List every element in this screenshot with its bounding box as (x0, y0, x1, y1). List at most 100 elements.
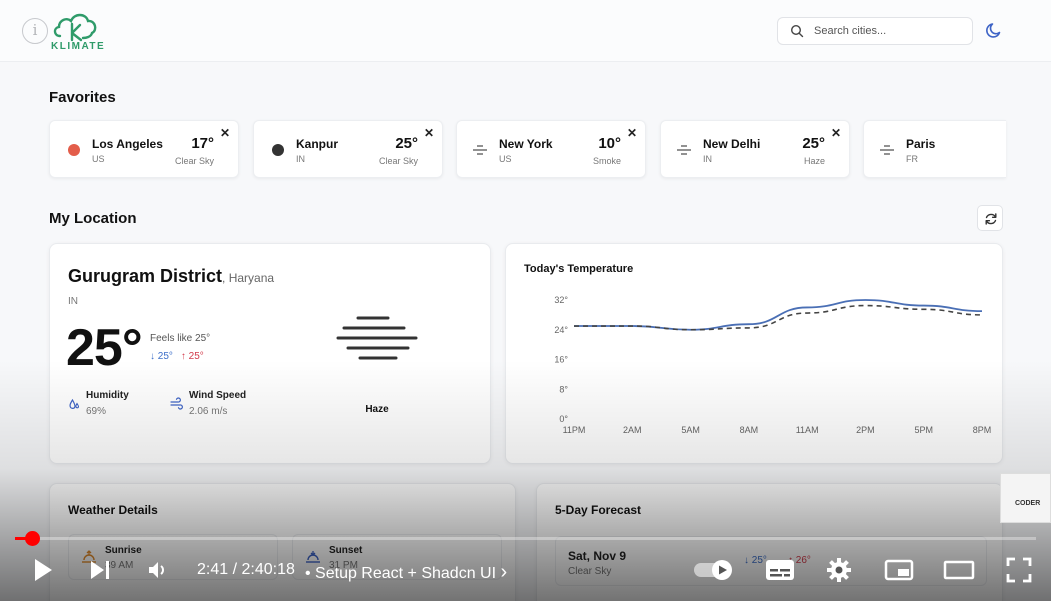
weather-details-title: Weather Details (68, 503, 158, 517)
miniplayer-icon[interactable] (884, 558, 914, 582)
favorite-card-los-angeles[interactable]: Los Angeles US 17° Clear Sky ✕ (49, 120, 239, 178)
theater-mode-icon[interactable] (943, 558, 975, 582)
x-tick-label: 5PM (914, 425, 933, 435)
clear-sky-day-icon (68, 144, 80, 156)
temperature-chart: 0° 8° 16° 24° 32° 11PM 2AM 5AM 8AM 11AM 2PM 5PM 8PM (554, 295, 992, 435)
play-icon[interactable] (31, 557, 55, 583)
forecast-title: 5-Day Forecast (555, 503, 642, 517)
remove-favorite-button[interactable]: ✕ (424, 126, 434, 140)
haze-icon (336, 316, 418, 360)
forecast-condition: Clear Sky (568, 566, 612, 577)
temperature-line (573, 299, 983, 331)
favorite-country: US (499, 154, 512, 164)
search-button[interactable]: Search cities... (777, 17, 973, 45)
remove-favorite-button[interactable]: ✕ (220, 126, 230, 140)
time-display: 2:41 / 2:40:18 (197, 561, 295, 578)
refresh-icon (985, 213, 997, 225)
favorites-title: Favorites (49, 89, 116, 106)
watermark-text: CODER (1015, 500, 1041, 507)
y-tick-label: 8° (559, 384, 568, 394)
moon-icon[interactable] (985, 21, 1003, 39)
favorite-card-paris[interactable]: Paris FR (863, 120, 1006, 178)
clear-sky-night-icon (272, 144, 284, 156)
y-tick-label: 0° (559, 414, 568, 424)
favorite-country: US (92, 154, 105, 164)
location-country: IN (68, 296, 78, 307)
sunrise-label: Sunrise (105, 545, 142, 556)
current-temperature: 25° (66, 319, 143, 377)
haze-icon (473, 145, 487, 155)
favorite-card-new-york[interactable]: New York US 10° Smoke ✕ (456, 120, 646, 178)
location-name: Gurugram District, Haryana (68, 266, 274, 287)
channel-watermark[interactable]: CODER (1000, 473, 1051, 523)
favorite-temp: 25° (802, 135, 825, 152)
settings-icon[interactable] (826, 557, 852, 583)
search-icon (790, 24, 804, 38)
wind-value: 2.06 m/s (189, 406, 228, 417)
favorite-temp: 25° (395, 135, 418, 152)
favorite-city: Kanpur (296, 137, 338, 151)
forecast-card: 5-Day Forecast Sat, Nov 9 Clear Sky ↓ 25… (536, 483, 1003, 601)
max-temp: ↑ 25° (180, 351, 204, 362)
x-tick-label: 5AM (681, 425, 700, 435)
autoplay-toggle[interactable] (694, 560, 734, 580)
chapter-text: • Setup React + Shadcn UI (305, 565, 497, 582)
my-location-title: My Location (49, 210, 137, 227)
weather-condition: Haze (365, 404, 389, 415)
location-region: , Haryana (222, 271, 275, 285)
subtitles-icon[interactable] (765, 558, 795, 582)
sunset-label: Sunset (329, 545, 363, 556)
x-tick-label: 2AM (623, 425, 642, 435)
favorite-condition: Clear Sky (378, 156, 418, 166)
chapter-title[interactable]: • Setup React + Shadcn UI › (305, 561, 507, 584)
feels-like: Feels like 25° (150, 333, 211, 344)
remove-favorite-button[interactable]: ✕ (831, 126, 841, 140)
favorite-card-new-delhi[interactable]: New Delhi IN 25° Haze ✕ (660, 120, 850, 178)
favorite-city: Paris (906, 137, 936, 151)
progress-scrubber[interactable] (25, 531, 41, 546)
remove-favorite-button[interactable]: ✕ (627, 126, 637, 140)
favorite-city: Los Angeles (92, 137, 163, 151)
favorite-city: New York (499, 137, 553, 151)
next-icon[interactable] (88, 558, 112, 582)
favorite-city: New Delhi (703, 137, 761, 151)
favorite-card-kanpur[interactable]: Kanpur IN 25° Clear Sky ✕ (253, 120, 443, 178)
progress-bar[interactable] (15, 537, 1036, 540)
chevron-right-icon: › (500, 561, 508, 583)
favorite-condition: Clear Sky (174, 156, 214, 166)
app-page: i KLIMATE Search cities... Favorites Los… (0, 0, 1051, 601)
favorite-temp: 10° (598, 135, 621, 152)
y-tick-label: 16° (554, 355, 568, 365)
x-tick-label: 11AM (796, 425, 819, 435)
haze-icon (880, 145, 894, 155)
current-weather-card: Gurugram District, Haryana IN 25° Feels … (49, 243, 491, 464)
wind-label: Wind Speed (189, 390, 247, 401)
favorite-country: FR (906, 154, 918, 164)
forecast-day: Sat, Nov 9 (568, 549, 627, 563)
min-max-temp: ↓ 25° ↑ 25° (150, 351, 204, 362)
info-icon[interactable]: i (22, 18, 48, 44)
favorite-temp: 17° (191, 135, 214, 152)
humidity-value: 69% (86, 406, 107, 417)
x-tick-label: 2PM (856, 425, 875, 435)
wind-icon (170, 397, 183, 410)
fullscreen-icon[interactable] (1006, 557, 1032, 583)
min-temp: ↓ 25° (150, 351, 173, 362)
app-header: i KLIMATE Search cities... (0, 0, 1051, 62)
x-tick-label: 8PM (973, 425, 992, 435)
location-city: Gurugram District (68, 266, 223, 286)
humidity-icon (69, 398, 80, 409)
favorite-country: IN (296, 154, 305, 164)
y-tick-label: 24° (554, 325, 568, 335)
forecast-min: ↓ 25° (744, 555, 767, 566)
haze-icon (677, 145, 691, 155)
volume-icon[interactable] (146, 558, 170, 582)
humidity-label: Humidity (86, 390, 129, 401)
x-tick-label: 8AM (740, 425, 759, 435)
refresh-button[interactable] (977, 205, 1003, 231)
favorite-condition: Haze (803, 156, 825, 166)
x-tick-label: 11PM (563, 425, 586, 435)
y-tick-label: 32° (554, 295, 568, 305)
search-placeholder: Search cities... (814, 25, 887, 37)
favorite-condition: Smoke (592, 156, 621, 166)
